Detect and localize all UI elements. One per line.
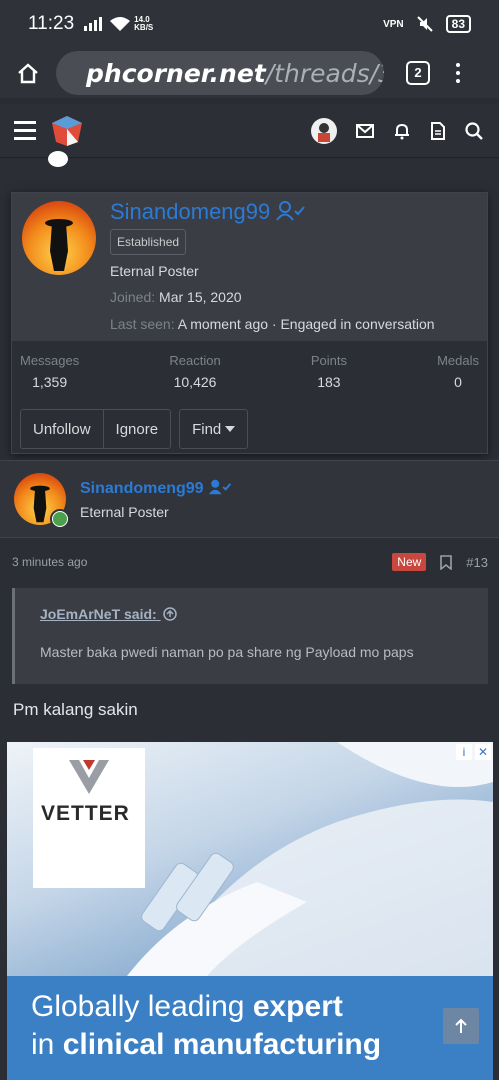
- status-time: 11:23: [28, 13, 75, 34]
- post-time[interactable]: 3 minutes ago: [12, 555, 87, 569]
- new-badge: New: [392, 553, 427, 571]
- post-message: Pm kalang sakin: [13, 700, 138, 719]
- last-seen: Last seen: A moment ago · Engaged in con…: [110, 316, 435, 332]
- browser-menu-icon[interactable]: [456, 63, 460, 83]
- browser-toolbar: phcorner.net/threads/3 2: [0, 48, 499, 98]
- ad-brand-text: VETTER: [41, 802, 130, 825]
- battery-indicator: 83: [445, 15, 471, 33]
- ad-banner: Globally leading expert in clinical manu…: [7, 976, 493, 1080]
- advertisement[interactable]: VETTER i ✕ Globally leading expert in cl…: [7, 742, 493, 1080]
- go-to-post-icon[interactable]: [162, 607, 177, 621]
- site-header: [0, 104, 499, 158]
- tab-switcher-button[interactable]: 2: [406, 61, 430, 85]
- ignore-button[interactable]: Ignore: [103, 409, 172, 449]
- ad-headline-1: Globally leading expert: [31, 990, 343, 1023]
- hamburger-menu-icon[interactable]: [14, 121, 36, 140]
- find-button[interactable]: Find: [179, 409, 249, 449]
- post-username[interactable]: Sinandomeng99: [80, 479, 232, 498]
- member-stats: Messages 1,359 Reaction 10,426 Points 183 M…: [12, 341, 487, 390]
- joined-date: Joined: Mar 15, 2020: [110, 289, 242, 305]
- member-tooltip: Sinandomeng99 Established Eternal Poster…: [11, 192, 488, 454]
- quote-block: JoEmArNeT said: Master baka pwedi naman …: [12, 588, 488, 684]
- status-bar: 11:23 14.0 KB/S VPN 83: [0, 0, 499, 48]
- follow-user-icon: [208, 479, 232, 495]
- address-bar[interactable]: phcorner.net/threads/3: [56, 51, 384, 95]
- bookmark-icon[interactable]: [440, 554, 453, 570]
- home-button[interactable]: [0, 62, 56, 84]
- ad-close-icon[interactable]: ✕: [475, 744, 491, 760]
- post-avatar[interactable]: [14, 473, 70, 529]
- post-user-bar: Sinandomeng99 Eternal Poster: [0, 460, 499, 538]
- stat-reaction: Reaction 10,426: [169, 353, 221, 390]
- follow-user-icon: [276, 201, 306, 221]
- url-path: /threads/3: [265, 58, 384, 88]
- unfollow-button[interactable]: Unfollow: [20, 409, 104, 449]
- wifi-icon: [110, 17, 131, 31]
- inbox-icon[interactable]: [356, 123, 374, 138]
- site-logo[interactable]: [50, 114, 84, 148]
- search-icon[interactable]: [465, 121, 483, 140]
- home-icon: [18, 63, 38, 84]
- ad-choices[interactable]: i ✕: [456, 744, 491, 760]
- arrow-up-icon: [455, 1018, 467, 1033]
- url-host: phcorner.net: [86, 58, 266, 88]
- member-avatar[interactable]: [22, 201, 96, 275]
- post-meta: 3 minutes ago New #13: [12, 553, 488, 571]
- account-avatar[interactable]: [311, 117, 337, 144]
- stat-messages[interactable]: Messages 1,359: [20, 353, 79, 390]
- quote-text: Master baka pwedi naman po pa share ng P…: [40, 644, 414, 660]
- stat-points[interactable]: Points 183: [311, 353, 347, 390]
- user-title: Eternal Poster: [110, 263, 199, 279]
- ad-brand-logo: VETTER: [33, 748, 145, 888]
- ad-headline-2: in clinical manufacturing: [31, 1028, 382, 1061]
- chevron-down-icon: [225, 426, 236, 432]
- quote-author[interactable]: JoEmArNeT said:: [40, 606, 177, 622]
- scroll-to-top-button[interactable]: [443, 1008, 479, 1044]
- member-username[interactable]: Sinandomeng99: [110, 199, 306, 225]
- stat-medals[interactable]: Medals 0: [437, 353, 479, 390]
- network-speed: 14.0 KB/S: [134, 15, 154, 32]
- post-number[interactable]: #13: [466, 555, 488, 570]
- new-posts-icon[interactable]: [430, 121, 446, 140]
- post-user-title: Eternal Poster: [80, 504, 169, 520]
- signal-icon: [84, 17, 103, 31]
- user-banner: Established: [110, 229, 187, 255]
- vpn-icon: VPN: [383, 18, 404, 30]
- mute-icon: [416, 16, 433, 32]
- bell-icon[interactable]: [393, 122, 411, 140]
- online-status-icon: [50, 509, 70, 529]
- ad-info-icon[interactable]: i: [456, 744, 472, 760]
- online-indicator-partial: [20, 151, 68, 167]
